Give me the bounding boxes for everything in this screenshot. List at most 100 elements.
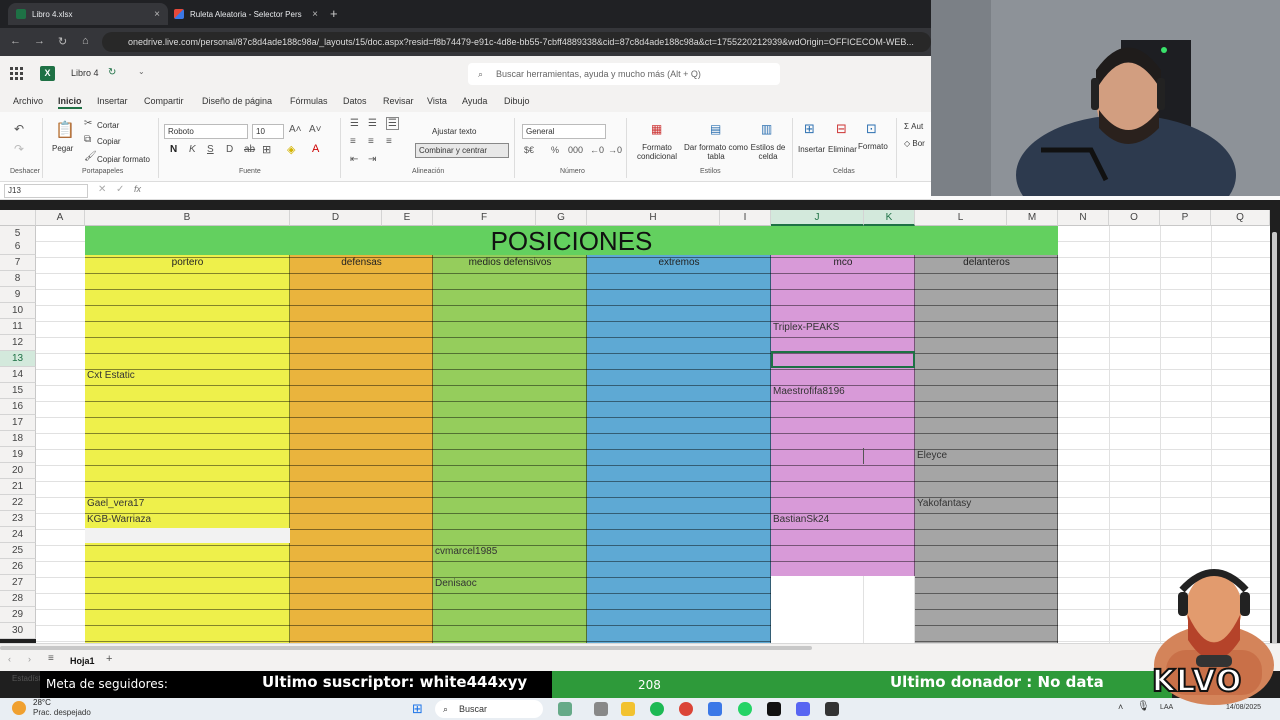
copy-button[interactable]: Copiar xyxy=(97,137,121,146)
name-box[interactable]: J13 xyxy=(4,184,88,198)
insert-cells-icon[interactable]: ⊞ xyxy=(804,121,815,137)
cell-portero-name[interactable]: Gael_vera17 xyxy=(87,496,144,512)
format-table-button[interactable]: Dar formato como tabla xyxy=(682,143,750,161)
tab-archivo[interactable]: Archivo xyxy=(13,96,43,106)
new-tab-icon[interactable]: + xyxy=(330,6,338,21)
discord-icon[interactable] xyxy=(796,702,810,716)
delete-cells-icon[interactable]: ⊟ xyxy=(836,121,847,137)
strikethrough-icon[interactable]: ab xyxy=(244,144,255,155)
col-header-i[interactable]: I xyxy=(720,210,771,226)
tray-chevron-icon[interactable]: ˄ xyxy=(1118,702,1123,712)
chrome-icon[interactable] xyxy=(679,702,693,716)
format-table-icon[interactable]: ▤ xyxy=(710,122,721,136)
conditional-format-icon[interactable]: ▦ xyxy=(651,122,662,136)
number-format-select[interactable]: General xyxy=(522,124,606,139)
row-header[interactable]: 10 xyxy=(0,303,36,319)
cell-delanteros-name[interactable]: Yakofantasy xyxy=(917,496,971,512)
explorer-icon[interactable] xyxy=(621,702,635,716)
row-header[interactable]: 16 xyxy=(0,399,36,415)
tab-compartir[interactable]: Compartir xyxy=(144,96,184,106)
row-header[interactable]: 19 xyxy=(0,447,36,463)
tab-libro4[interactable]: Libro 4.xlsx × xyxy=(8,3,168,25)
formula-input[interactable] xyxy=(158,184,928,198)
whatsapp-icon[interactable] xyxy=(738,702,752,716)
taskbar-search[interactable]: ⌕ Buscar xyxy=(435,700,543,718)
tab-ruleta[interactable]: Ruleta Aleatoria - Selector Pers × xyxy=(166,3,326,25)
format-cells-button[interactable]: Formato xyxy=(858,142,888,151)
row-header-selected[interactable]: 13 xyxy=(0,351,36,367)
col-header-h[interactable]: H xyxy=(587,210,720,226)
enter-icon[interactable]: ✓ xyxy=(116,184,124,195)
tab-datos[interactable]: Datos xyxy=(343,96,367,106)
prev-sheet-icon[interactable]: ‹ xyxy=(8,654,11,664)
spotify-icon[interactable] xyxy=(650,702,664,716)
align-top-icon[interactable]: ☰ xyxy=(350,118,359,129)
col-header-k[interactable]: K xyxy=(864,210,915,226)
paste-icon[interactable]: 📋 xyxy=(55,120,75,140)
function-icon[interactable]: fx xyxy=(134,184,141,194)
font-color-icon[interactable]: A xyxy=(312,143,319,155)
underline-icon[interactable]: S xyxy=(207,144,214,155)
increase-decimal-icon[interactable]: ←0 xyxy=(590,145,604,155)
cell-styles-icon[interactable]: ▥ xyxy=(761,122,772,136)
align-center-icon[interactable]: ≡ xyxy=(368,136,374,147)
weather-icon[interactable] xyxy=(12,701,26,715)
taskview-icon[interactable] xyxy=(558,702,572,716)
row-header[interactable]: 23 xyxy=(0,511,36,527)
align-bottom-icon[interactable]: ☰ xyxy=(386,117,399,130)
merge-center-button[interactable]: Combinar y centrar xyxy=(415,143,509,158)
row-header[interactable]: 26 xyxy=(0,559,36,575)
sheet-list-icon[interactable]: ≡ xyxy=(48,653,54,664)
header-defensas[interactable]: defensas xyxy=(290,255,433,271)
row-header[interactable]: 8 xyxy=(0,271,36,287)
col-header-m[interactable]: M xyxy=(1007,210,1058,226)
increase-indent-icon[interactable]: ⇥ xyxy=(368,154,376,165)
undo-icon[interactable]: ↶ xyxy=(14,122,24,136)
row-header[interactable]: 9 xyxy=(0,287,36,303)
cell-mco-name[interactable]: Maestrofifa8196 xyxy=(773,384,845,400)
row-header[interactable]: 7 xyxy=(0,255,36,271)
italic-icon[interactable]: K xyxy=(189,144,196,155)
tab-revisar[interactable]: Revisar xyxy=(383,96,414,106)
search-input[interactable]: ⌕ Buscar herramientas, ayuda y mucho más… xyxy=(468,63,780,85)
next-sheet-icon[interactable]: › xyxy=(28,654,31,664)
currency-icon[interactable]: $€ xyxy=(524,145,534,155)
col-header-a[interactable]: A xyxy=(36,210,85,226)
cell-mco-name[interactable]: Triplex-PEAKS xyxy=(773,320,839,336)
close-icon[interactable]: × xyxy=(312,9,318,20)
url-field[interactable]: onedrive.live.com/personal/87c8d4ade188c… xyxy=(102,32,931,52)
row-header[interactable]: 25 xyxy=(0,543,36,559)
header-delanteros[interactable]: delanteros xyxy=(915,255,1058,271)
sheet-grid[interactable]: POSICIONES portero defensas medios defen… xyxy=(36,226,1270,643)
align-middle-icon[interactable]: ☰ xyxy=(368,118,377,129)
back-icon[interactable]: ← xyxy=(10,35,21,47)
fill-color-icon[interactable]: ◈ xyxy=(287,143,295,156)
row-header[interactable]: 17 xyxy=(0,415,36,431)
cell-medios-name[interactable]: cvmarcel1985 xyxy=(435,544,497,560)
row-header[interactable]: 18 xyxy=(0,431,36,447)
select-all-corner[interactable] xyxy=(0,210,36,226)
cell-delanteros-name[interactable]: Eleyce xyxy=(917,448,947,464)
row-header[interactable]: 28 xyxy=(0,591,36,607)
row-header[interactable]: 27 xyxy=(0,575,36,591)
header-extremos[interactable]: extremos xyxy=(587,255,771,271)
double-underline-icon[interactable]: D xyxy=(226,144,233,155)
row-header[interactable]: 14 xyxy=(0,367,36,383)
obs-icon[interactable] xyxy=(825,702,839,716)
col-header-e[interactable]: E xyxy=(382,210,433,226)
grow-font-icon[interactable]: A˄ xyxy=(289,124,302,135)
tab-insertar[interactable]: Insertar xyxy=(97,96,128,106)
cell-medios-name[interactable]: Denisaoc xyxy=(435,576,477,592)
tab-vista[interactable]: Vista xyxy=(427,96,447,106)
col-header-q[interactable]: Q xyxy=(1211,210,1270,226)
tiktok-icon[interactable] xyxy=(767,702,781,716)
delete-cells-button[interactable]: Eliminar xyxy=(828,145,857,154)
row-header[interactable]: 6 xyxy=(0,239,36,255)
insert-cells-button[interactable]: Insertar xyxy=(798,145,825,154)
document-name[interactable]: Libro 4 xyxy=(71,68,99,78)
row-header[interactable]: 24 xyxy=(0,527,36,543)
row-header[interactable]: 30 xyxy=(0,623,36,639)
forward-icon[interactable]: → xyxy=(34,35,45,47)
app-launcher-icon[interactable] xyxy=(10,67,23,80)
col-header-j[interactable]: J xyxy=(771,210,864,226)
